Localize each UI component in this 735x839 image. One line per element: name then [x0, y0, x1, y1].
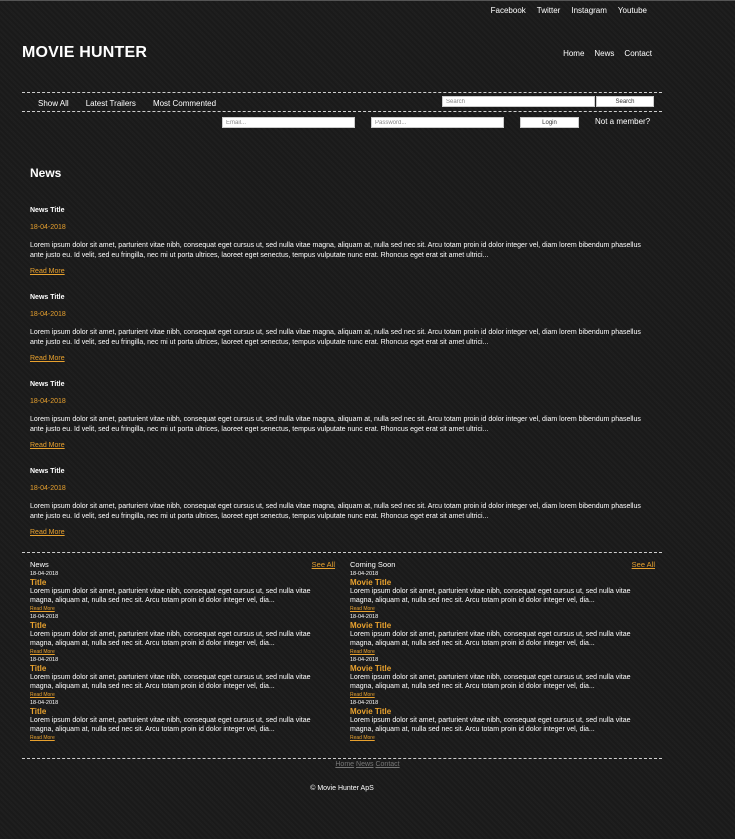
- page-title: News: [30, 166, 62, 180]
- see-all-link[interactable]: See All: [312, 560, 335, 569]
- footer-contact-link[interactable]: Contact: [375, 761, 399, 768]
- search-button[interactable]: Search: [596, 96, 654, 107]
- item-title[interactable]: Title: [30, 578, 335, 587]
- article-date: 18-04-2018: [30, 398, 66, 405]
- list-item: 18-04-2018 Movie Title Lorem ipsum dolor…: [350, 657, 655, 698]
- filter-show-all[interactable]: Show All: [38, 99, 69, 108]
- item-title[interactable]: Movie Title: [350, 621, 655, 630]
- twitter-link[interactable]: Twitter: [537, 6, 561, 15]
- item-date: 18-04-2018: [30, 700, 59, 706]
- search-input[interactable]: [442, 96, 595, 107]
- article-body: Lorem ipsum dolor sit amet, parturient v…: [30, 329, 641, 346]
- top-border: [0, 0, 735, 1]
- email-field[interactable]: [222, 117, 355, 128]
- nav-news[interactable]: News: [594, 49, 614, 58]
- social-links: Facebook Twitter Instagram Youtube: [491, 6, 647, 15]
- list-item: 18-04-2018 Title Lorem ipsum dolor sit a…: [30, 700, 335, 741]
- article-date: 18-04-2018: [30, 224, 66, 231]
- list-item: 18-04-2018 Title Lorem ipsum dolor sit a…: [30, 614, 335, 655]
- divider: [22, 552, 662, 553]
- item-title[interactable]: Title: [30, 664, 335, 673]
- item-date: 18-04-2018: [350, 614, 379, 620]
- read-more-link[interactable]: Read More: [30, 355, 65, 362]
- item-date: 18-04-2018: [350, 700, 379, 706]
- read-more-link[interactable]: Read More: [350, 692, 655, 698]
- nav-home[interactable]: Home: [563, 49, 584, 58]
- article-body: Lorem ipsum dolor sit amet, parturient v…: [30, 416, 641, 433]
- item-body: Lorem ipsum dolor sit amet, parturient v…: [30, 674, 311, 690]
- article-date: 18-04-2018: [30, 485, 66, 492]
- item-date: 18-04-2018: [30, 614, 59, 620]
- filter-nav: Show All Latest Trailers Most Commented: [38, 99, 216, 108]
- article-title: News Title: [30, 294, 65, 301]
- item-body: Lorem ipsum dolor sit amet, parturient v…: [350, 674, 631, 690]
- password-field[interactable]: [371, 117, 504, 128]
- news-column: News See All 18-04-2018 Title Lorem ipsu…: [30, 560, 335, 741]
- see-all-link[interactable]: See All: [632, 560, 655, 569]
- filter-most-commented[interactable]: Most Commented: [153, 99, 216, 108]
- list-item: 18-04-2018 Movie Title Lorem ipsum dolor…: [350, 700, 655, 741]
- read-more-link[interactable]: Read More: [350, 606, 655, 612]
- item-date: 18-04-2018: [350, 657, 379, 663]
- article-body: Lorem ipsum dolor sit amet, parturient v…: [30, 242, 641, 259]
- facebook-link[interactable]: Facebook: [491, 6, 526, 15]
- article-title: News Title: [30, 468, 65, 475]
- nav-contact[interactable]: Contact: [624, 49, 652, 58]
- youtube-link[interactable]: Youtube: [618, 6, 647, 15]
- list-item: 18-04-2018 Movie Title Lorem ipsum dolor…: [350, 571, 655, 612]
- coming-soon-column: Coming Soon See All 18-04-2018 Movie Tit…: [350, 560, 655, 741]
- item-body: Lorem ipsum dolor sit amet, parturient v…: [350, 631, 631, 647]
- list-item: 18-04-2018 Movie Title Lorem ipsum dolor…: [350, 614, 655, 655]
- login-button[interactable]: Login: [520, 117, 579, 128]
- article-title: News Title: [30, 381, 65, 388]
- item-body: Lorem ipsum dolor sit amet, parturient v…: [30, 717, 311, 733]
- item-body: Lorem ipsum dolor sit amet, parturient v…: [30, 631, 311, 647]
- read-more-link[interactable]: Read More: [350, 649, 655, 655]
- item-body: Lorem ipsum dolor sit amet, parturient v…: [350, 588, 631, 604]
- news-article: News Title 18-04-2018 Lorem ipsum dolor …: [30, 294, 650, 365]
- read-more-link[interactable]: Read More: [30, 692, 335, 698]
- item-title[interactable]: Title: [30, 621, 335, 630]
- article-date: 18-04-2018: [30, 311, 66, 318]
- column-heading: Coming Soon: [350, 560, 396, 569]
- footer-news-link[interactable]: News: [356, 761, 374, 768]
- main-nav: Home News Contact: [563, 49, 652, 58]
- article-title: News Title: [30, 207, 65, 214]
- read-more-link[interactable]: Read More: [350, 735, 655, 741]
- item-body: Lorem ipsum dolor sit amet, parturient v…: [350, 717, 631, 733]
- read-more-link[interactable]: Read More: [30, 268, 65, 275]
- list-item: 18-04-2018 Title Lorem ipsum dolor sit a…: [30, 571, 335, 612]
- footer-home-link[interactable]: Home: [335, 761, 354, 768]
- article-body: Lorem ipsum dolor sit amet, parturient v…: [30, 503, 641, 520]
- news-article: News Title 18-04-2018 Lorem ipsum dolor …: [30, 207, 650, 278]
- divider: [22, 111, 662, 112]
- filter-latest-trailers[interactable]: Latest Trailers: [86, 99, 136, 108]
- item-title[interactable]: Movie Title: [350, 707, 655, 716]
- divider: [22, 758, 662, 759]
- instagram-link[interactable]: Instagram: [571, 6, 607, 15]
- item-date: 18-04-2018: [30, 657, 59, 663]
- read-more-link[interactable]: Read More: [30, 529, 65, 536]
- item-title[interactable]: Movie Title: [350, 664, 655, 673]
- item-title[interactable]: Title: [30, 707, 335, 716]
- list-item: 18-04-2018 Title Lorem ipsum dolor sit a…: [30, 657, 335, 698]
- column-heading: News: [30, 560, 49, 569]
- item-date: 18-04-2018: [350, 571, 379, 577]
- site-title[interactable]: MOVIE HUNTER: [22, 44, 147, 62]
- not-member-link[interactable]: Not a member?: [595, 117, 650, 126]
- copyright: © Movie Hunter ApS: [310, 785, 374, 792]
- item-date: 18-04-2018: [30, 571, 59, 577]
- news-article: News Title 18-04-2018 Lorem ipsum dolor …: [30, 468, 650, 539]
- divider: [22, 92, 662, 93]
- read-more-link[interactable]: Read More: [30, 735, 335, 741]
- news-article: News Title 18-04-2018 Lorem ipsum dolor …: [30, 381, 650, 452]
- item-title[interactable]: Movie Title: [350, 578, 655, 587]
- read-more-link[interactable]: Read More: [30, 442, 65, 449]
- footer-nav: Home News Contact: [0, 761, 735, 768]
- read-more-link[interactable]: Read More: [30, 649, 335, 655]
- item-body: Lorem ipsum dolor sit amet, parturient v…: [30, 588, 311, 604]
- read-more-link[interactable]: Read More: [30, 606, 335, 612]
